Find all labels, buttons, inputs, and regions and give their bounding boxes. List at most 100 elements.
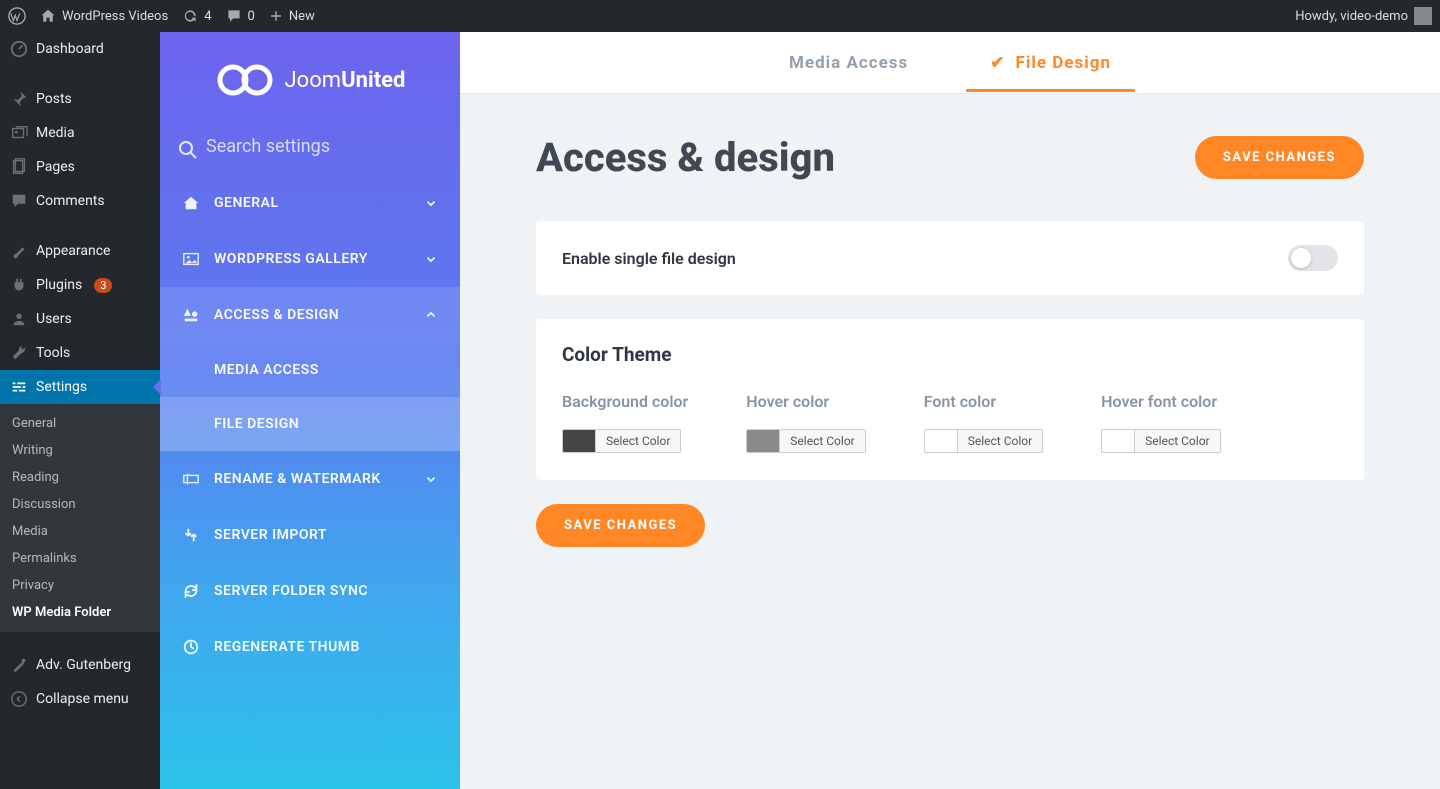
new-label: New xyxy=(289,9,315,24)
chevron-down-icon xyxy=(424,252,438,266)
content-tabs: Media Access ✔ File Design xyxy=(460,32,1440,94)
brush-icon xyxy=(10,242,28,260)
collapse-menu[interactable]: Collapse menu xyxy=(0,682,160,716)
ju-menu-server-import[interactable]: SERVER IMPORT xyxy=(160,507,460,563)
updates-count: 4 xyxy=(204,9,211,24)
menu-plugins[interactable]: Plugins 3 xyxy=(0,268,160,302)
content-area: Media Access ✔ File Design Access & desi… xyxy=(460,32,1440,789)
wp-logo-icon[interactable] xyxy=(8,7,26,25)
save-changes-bottom-button[interactable]: SAVE CHANGES xyxy=(536,504,705,547)
media-icon xyxy=(10,124,28,142)
home-icon xyxy=(182,194,202,212)
settings-submenu: General Writing Reading Discussion Media… xyxy=(0,404,160,632)
dashboard-icon xyxy=(10,40,28,58)
comments-count: 0 xyxy=(248,9,255,24)
search-icon xyxy=(178,140,198,160)
background-color-picker[interactable]: Select Color xyxy=(562,429,681,453)
submenu-wp-media-folder[interactable]: WP Media Folder xyxy=(0,599,160,626)
chevron-up-icon xyxy=(424,308,438,322)
ju-menu: GENERAL WORDPRESS GALLERY ACCESS & DESIG… xyxy=(160,175,460,789)
enable-single-file-toggle[interactable] xyxy=(1288,245,1338,271)
background-color-swatch xyxy=(563,430,595,452)
search-input[interactable] xyxy=(178,136,442,157)
hover-select-color-button[interactable]: Select Color xyxy=(779,430,864,452)
menu-pages[interactable]: Pages xyxy=(0,150,160,184)
hover-font-select-color-button[interactable]: Select Color xyxy=(1134,430,1219,452)
ju-submenu-access-design: MEDIA ACCESS FILE DESIGN xyxy=(160,343,460,451)
joomunited-sidebar: JoomUnited GENERAL WORDPRESS GALLERY ACC… xyxy=(160,32,460,789)
page-title: Access & design xyxy=(536,134,835,181)
submenu-general[interactable]: General xyxy=(0,410,160,437)
page-body: Access & design SAVE CHANGES Enable sing… xyxy=(460,94,1440,587)
menu-dashboard[interactable]: Dashboard xyxy=(0,32,160,66)
comments-link[interactable]: 0 xyxy=(226,8,255,24)
updates-link[interactable]: 4 xyxy=(182,8,211,24)
hover-font-color-picker[interactable]: Select Color xyxy=(1101,429,1220,453)
ju-menu-access-design[interactable]: ACCESS & DESIGN xyxy=(160,287,460,343)
hover-font-color-field: Hover font color Select Color xyxy=(1101,392,1220,456)
menu-users[interactable]: Users xyxy=(0,302,160,336)
ju-menu-regenerate-thumb[interactable]: REGENERATE THUMB xyxy=(160,619,460,675)
design-icon xyxy=(182,306,202,324)
rename-icon xyxy=(182,470,202,488)
font-color-picker[interactable]: Select Color xyxy=(924,429,1043,453)
admin-bar-left: WordPress Videos 4 0 New xyxy=(8,7,315,25)
page-header: Access & design SAVE CHANGES xyxy=(536,134,1364,181)
new-content-link[interactable]: New xyxy=(269,9,315,24)
background-color-field: Background color Select Color xyxy=(562,392,688,456)
submenu-writing[interactable]: Writing xyxy=(0,437,160,464)
ju-submenu-file-design[interactable]: FILE DESIGN xyxy=(160,397,460,451)
submenu-reading[interactable]: Reading xyxy=(0,464,160,491)
submenu-privacy[interactable]: Privacy xyxy=(0,572,160,599)
menu-tools[interactable]: Tools xyxy=(0,336,160,370)
menu-posts[interactable]: Posts xyxy=(0,82,160,116)
hover-color-swatch xyxy=(747,430,779,452)
settings-search xyxy=(160,126,460,175)
image-icon xyxy=(182,250,202,268)
save-changes-top-button[interactable]: SAVE CHANGES xyxy=(1195,136,1364,179)
pages-icon xyxy=(10,158,28,176)
ju-menu-server-folder-sync[interactable]: SERVER FOLDER SYNC xyxy=(160,563,460,619)
user-greeting[interactable]: Howdy, video-demo xyxy=(1295,7,1432,25)
ju-menu-rename-watermark[interactable]: RENAME & WATERMARK xyxy=(160,451,460,507)
hover-color-field: Hover color Select Color xyxy=(746,392,865,456)
tab-media-access[interactable]: Media Access xyxy=(783,35,914,91)
color-theme-card: Color Theme Background color Select Colo… xyxy=(536,319,1364,480)
submenu-discussion[interactable]: Discussion xyxy=(0,491,160,518)
enable-single-file-label: Enable single file design xyxy=(562,249,736,268)
joomunited-logo-icon xyxy=(215,62,275,98)
ju-menu-general[interactable]: GENERAL xyxy=(160,175,460,231)
wp-admin-sidebar: Dashboard Posts Media Pages Comments App… xyxy=(0,32,160,789)
menu-appearance[interactable]: Appearance xyxy=(0,234,160,268)
hover-color-picker[interactable]: Select Color xyxy=(746,429,865,453)
menu-settings[interactable]: Settings xyxy=(0,370,160,404)
submenu-media[interactable]: Media xyxy=(0,518,160,545)
enable-single-file-card: Enable single file design xyxy=(536,221,1364,295)
submenu-permalinks[interactable]: Permalinks xyxy=(0,545,160,572)
ju-menu-wordpress-gallery[interactable]: WORDPRESS GALLERY xyxy=(160,231,460,287)
site-name-link[interactable]: WordPress Videos xyxy=(40,8,168,24)
font-color-swatch xyxy=(925,430,957,452)
pin-icon xyxy=(10,90,28,108)
plugins-badge: 3 xyxy=(94,278,112,293)
import-icon xyxy=(182,526,202,544)
menu-media[interactable]: Media xyxy=(0,116,160,150)
ju-submenu-media-access[interactable]: MEDIA ACCESS xyxy=(160,343,460,397)
chevron-down-icon xyxy=(424,196,438,210)
tab-file-design[interactable]: ✔ File Design xyxy=(984,35,1117,91)
gutenberg-icon xyxy=(10,656,28,674)
font-select-color-button[interactable]: Select Color xyxy=(957,430,1042,452)
avatar xyxy=(1414,7,1432,25)
plug-icon xyxy=(10,276,28,294)
regenerate-icon xyxy=(182,638,202,656)
chevron-down-icon xyxy=(424,472,438,486)
admin-bar-right: Howdy, video-demo xyxy=(1295,7,1432,25)
user-icon xyxy=(10,310,28,328)
check-icon: ✔ xyxy=(990,53,1005,73)
menu-adv-gutenberg[interactable]: Adv. Gutenberg xyxy=(0,648,160,682)
sync-icon xyxy=(182,582,202,600)
hover-font-color-swatch xyxy=(1102,430,1134,452)
collapse-icon xyxy=(10,690,28,708)
menu-comments[interactable]: Comments xyxy=(0,184,160,218)
background-select-color-button[interactable]: Select Color xyxy=(595,430,680,452)
